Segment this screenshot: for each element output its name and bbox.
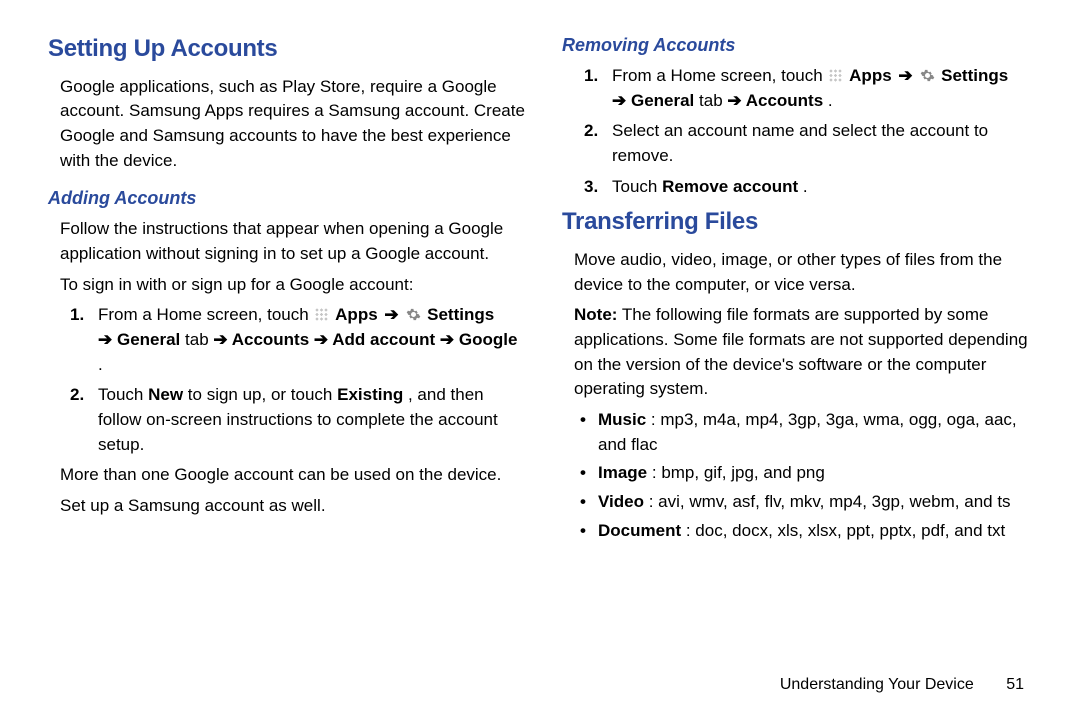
list-number: 1. (584, 64, 612, 113)
list-number: 3. (584, 175, 612, 200)
list-text: From a Home screen, touch Apps ➔ Setting… (612, 64, 1040, 113)
t: . (803, 177, 808, 196)
t: : bmp, gif, jpg, and png (652, 463, 825, 482)
adding-paragraph-1: Follow the instructions that appear when… (48, 217, 526, 266)
adding-paragraph-2: To sign in with or sign up for a Google … (48, 273, 526, 298)
t: Touch (98, 385, 148, 404)
path-rest: ➔ Accounts ➔ Add account ➔ Google (213, 330, 517, 349)
list-text: Touch New to sign up, or touch Existing … (98, 383, 526, 457)
image-label: Image (598, 463, 647, 482)
new-label: New (148, 385, 183, 404)
bullet-icon: • (580, 490, 598, 515)
bullet-icon: • (580, 461, 598, 486)
page: Setting Up Accounts Google applications,… (0, 0, 1080, 720)
apps-label: Apps (335, 305, 378, 324)
settings-label: Settings (427, 305, 494, 324)
left-column: Setting Up Accounts Google applications,… (48, 32, 526, 632)
right-column: Removing Accounts 1. From a Home screen,… (562, 32, 1040, 632)
two-column-layout: Setting Up Accounts Google applications,… (0, 0, 1080, 652)
file-formats-list: • Music : mp3, m4a, mp4, 3gp, 3ga, wma, … (562, 408, 1040, 543)
arrow-icon: ➔ (382, 305, 400, 324)
apps-grid-icon (828, 68, 843, 83)
removing-steps-list: 1. From a Home screen, touch Apps ➔ Sett… (562, 64, 1040, 199)
note-text: The following file formats are supported… (574, 305, 1028, 398)
list-text: From a Home screen, touch Apps ➔ Setting… (98, 303, 526, 377)
path-general: ➔ General (612, 91, 694, 110)
path-general: ➔ General (98, 330, 180, 349)
music-label: Music (598, 410, 646, 429)
page-number: 51 (1006, 676, 1024, 693)
t: : avi, wmv, asf, flv, mkv, mp4, 3gp, web… (649, 492, 1011, 511)
image-formats: • Image : bmp, gif, jpg, and png (580, 461, 1040, 486)
t: : mp3, m4a, mp4, 3gp, 3ga, wma, ogg, oga… (598, 410, 1017, 454)
footer-section-title: Understanding Your Device (780, 676, 974, 693)
settings-gear-icon (920, 68, 935, 83)
settings-gear-icon (406, 307, 421, 322)
heading-setting-up-accounts: Setting Up Accounts (48, 32, 526, 67)
apps-label: Apps (849, 66, 892, 85)
path-tab: tab (185, 330, 213, 349)
t: to sign up, or touch (188, 385, 337, 404)
music-formats: • Music : mp3, m4a, mp4, 3gp, 3ga, wma, … (580, 408, 1040, 457)
subheading-removing-accounts: Removing Accounts (562, 32, 1040, 58)
video-formats: • Video : avi, wmv, asf, flv, mkv, mp4, … (580, 490, 1040, 515)
list-text: Video : avi, wmv, asf, flv, mkv, mp4, 3g… (598, 490, 1011, 515)
step1-pre: From a Home screen, touch (98, 305, 313, 324)
path-tab: tab (699, 91, 727, 110)
list-text: Document : doc, docx, xls, xlsx, ppt, pp… (598, 519, 1005, 544)
period: . (828, 91, 833, 110)
list-text: Image : bmp, gif, jpg, and png (598, 461, 825, 486)
arrow-icon: ➔ (896, 66, 914, 85)
subheading-adding-accounts: Adding Accounts (48, 185, 526, 211)
video-label: Video (598, 492, 644, 511)
adding-paragraph-4: Set up a Samsung account as well. (48, 494, 526, 519)
settings-label: Settings (941, 66, 1008, 85)
document-label: Document (598, 521, 681, 540)
list-text: Select an account name and select the ac… (612, 119, 1040, 168)
adding-steps-list: 1. From a Home screen, touch Apps ➔ Sett… (48, 303, 526, 457)
remove-account-label: Remove account (662, 177, 798, 196)
adding-step-1: 1. From a Home screen, touch Apps ➔ Sett… (70, 303, 526, 377)
t: Touch (612, 177, 662, 196)
path-accounts: ➔ Accounts (727, 91, 823, 110)
t: : doc, docx, xls, xlsx, ppt, pptx, pdf, … (686, 521, 1005, 540)
step1-pre: From a Home screen, touch (612, 66, 827, 85)
existing-label: Existing (337, 385, 403, 404)
document-formats: • Document : doc, docx, xls, xlsx, ppt, … (580, 519, 1040, 544)
transfer-note: Note: The following file formats are sup… (562, 303, 1040, 402)
adding-paragraph-3: More than one Google account can be used… (48, 463, 526, 488)
list-number: 1. (70, 303, 98, 377)
removing-step-3: 3. Touch Remove account . (584, 175, 1040, 200)
list-number: 2. (584, 119, 612, 168)
note-label: Note: (574, 305, 617, 324)
adding-step-2: 2. Touch New to sign up, or touch Existi… (70, 383, 526, 457)
period: . (98, 355, 103, 374)
list-text: Music : mp3, m4a, mp4, 3gp, 3ga, wma, og… (598, 408, 1040, 457)
removing-step-1: 1. From a Home screen, touch Apps ➔ Sett… (584, 64, 1040, 113)
bullet-icon: • (580, 519, 598, 544)
list-number: 2. (70, 383, 98, 457)
intro-paragraph: Google applications, such as Play Store,… (48, 75, 526, 174)
apps-grid-icon (314, 307, 329, 322)
page-footer: Understanding Your Device 51 (780, 673, 1024, 696)
list-text: Touch Remove account . (612, 175, 1040, 200)
transfer-paragraph: Move audio, video, image, or other types… (562, 248, 1040, 297)
removing-step-2: 2. Select an account name and select the… (584, 119, 1040, 168)
bullet-icon: • (580, 408, 598, 457)
heading-transferring-files: Transferring Files (562, 205, 1040, 240)
